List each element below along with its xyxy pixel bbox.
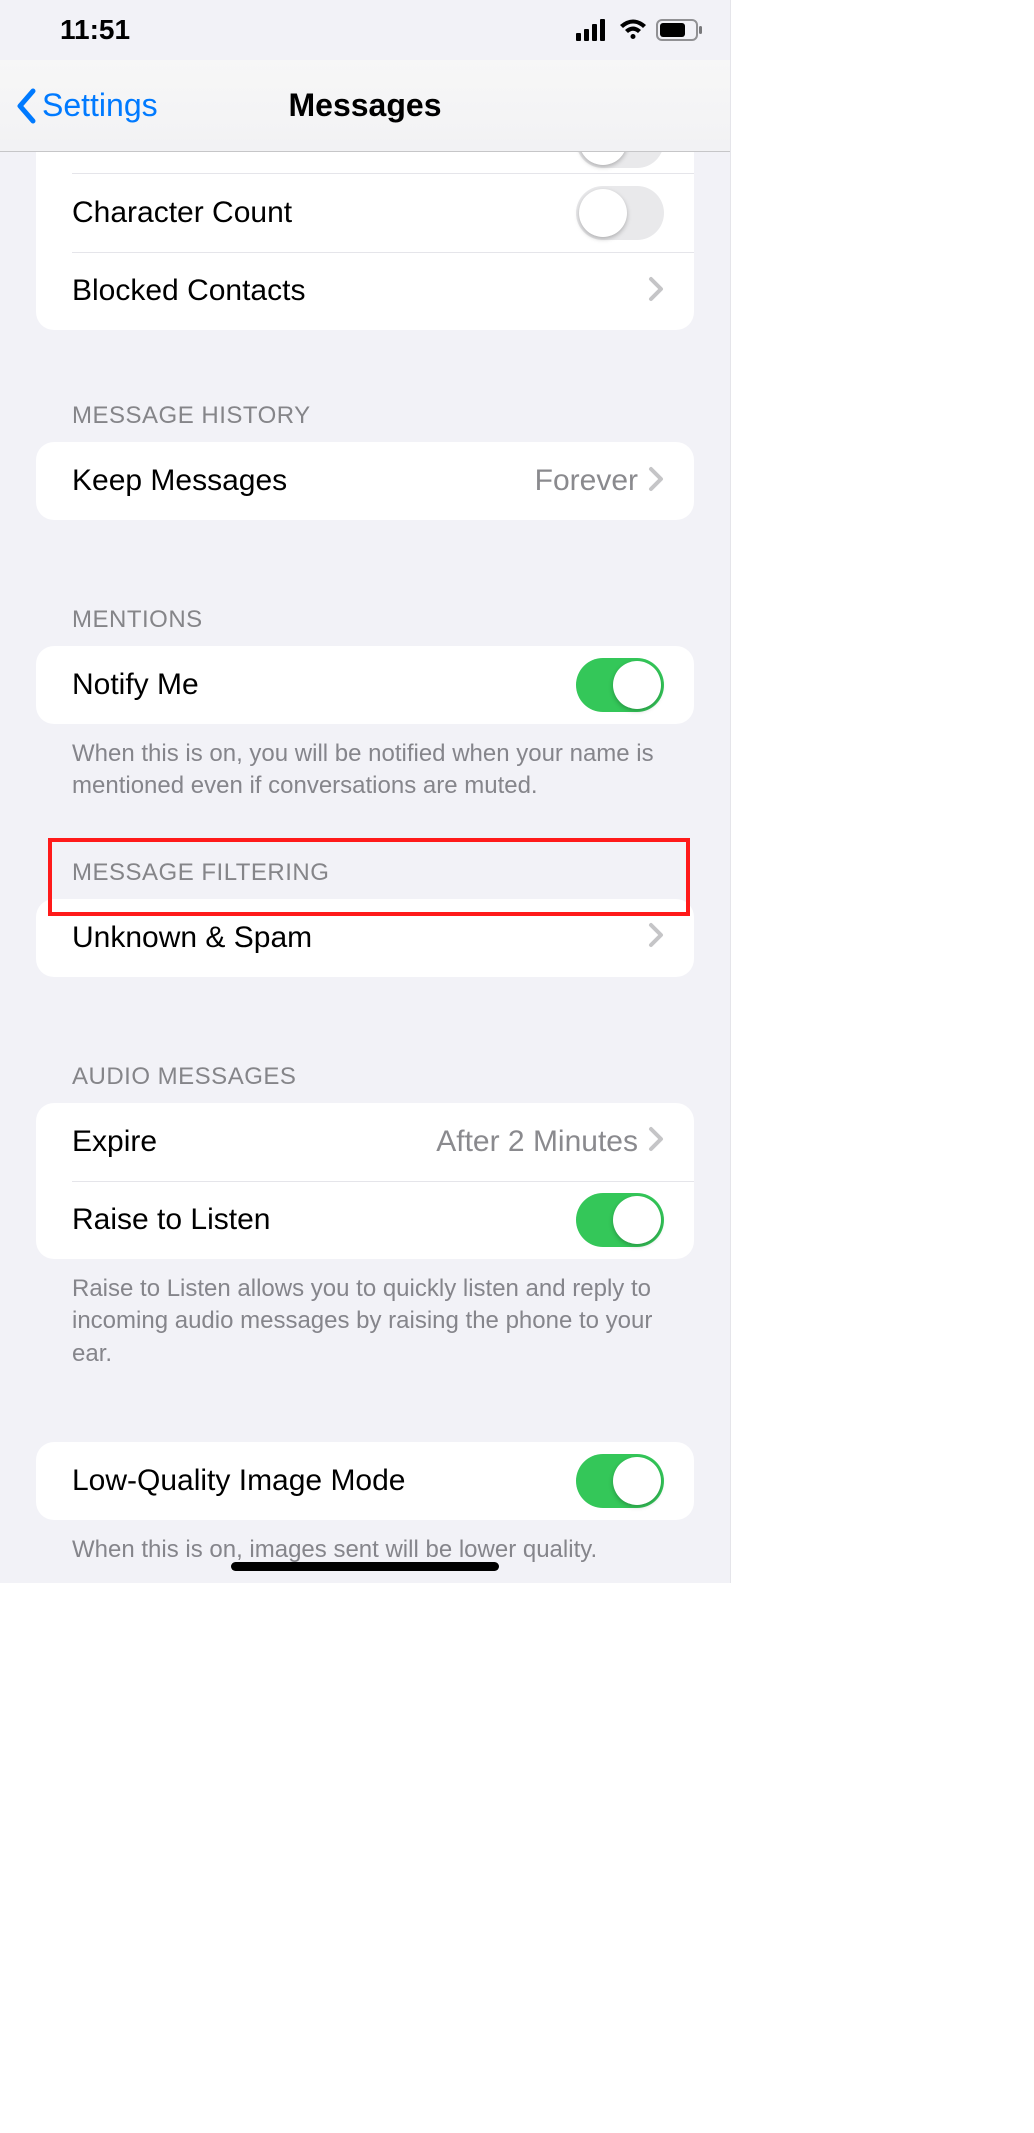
group-message-history: Keep Messages Forever (36, 442, 694, 520)
label-low-quality: Low-Quality Image Mode (72, 1464, 406, 1498)
group-low-quality: Low-Quality Image Mode (36, 1442, 694, 1520)
chevron-right-icon (648, 1126, 664, 1157)
toggle-partial[interactable] (576, 152, 664, 168)
label-notify-me: Notify Me (72, 668, 199, 702)
label-expire: Expire (72, 1125, 157, 1159)
row-keep-messages[interactable]: Keep Messages Forever (36, 442, 694, 520)
value-keep-messages: Forever (535, 464, 638, 498)
row-low-quality[interactable]: Low-Quality Image Mode (36, 1442, 694, 1520)
battery-icon (656, 19, 704, 41)
chevron-right-icon (648, 466, 664, 497)
back-label: Settings (42, 87, 158, 124)
status-bar: 11:51 (0, 0, 730, 60)
value-expire: After 2 Minutes (436, 1125, 638, 1159)
row-expire[interactable]: Expire After 2 Minutes (36, 1103, 694, 1181)
toggle-character-count[interactable] (576, 186, 664, 240)
footer-mentions: When this is on, you will be notified wh… (36, 724, 694, 803)
label-unknown-spam: Unknown & Spam (72, 921, 312, 955)
label-raise-to-listen: Raise to Listen (72, 1203, 270, 1237)
group-sms: Character Count Blocked Contacts (36, 174, 694, 330)
header-message-history: MESSAGE HISTORY (36, 402, 694, 442)
row-unknown-spam[interactable]: Unknown & Spam (36, 899, 694, 977)
home-indicator[interactable] (231, 1562, 499, 1571)
group-audio-messages: Expire After 2 Minutes Raise to Listen (36, 1103, 694, 1259)
header-mentions: MENTIONS (36, 606, 694, 646)
row-raise-to-listen[interactable]: Raise to Listen (36, 1181, 694, 1259)
cellular-signal-icon (576, 19, 610, 41)
toggle-notify-me[interactable] (576, 658, 664, 712)
footer-audio: Raise to Listen allows you to quickly li… (36, 1259, 694, 1370)
back-button[interactable]: Settings (14, 87, 158, 125)
header-message-filtering: MESSAGE FILTERING (36, 859, 694, 899)
header-audio-messages: AUDIO MESSAGES (36, 1063, 694, 1103)
row-character-count[interactable]: Character Count (36, 174, 694, 252)
toggle-raise-to-listen[interactable] (576, 1193, 664, 1247)
chevron-left-icon (14, 87, 38, 125)
toggle-low-quality[interactable] (576, 1454, 664, 1508)
status-time: 11:51 (60, 14, 130, 46)
group-message-filtering: Unknown & Spam (36, 899, 694, 977)
chevron-right-icon (648, 922, 664, 953)
row-blocked-contacts[interactable]: Blocked Contacts (36, 252, 694, 330)
chevron-right-icon (648, 276, 664, 307)
nav-header: Settings Messages (0, 60, 730, 152)
label-keep-messages: Keep Messages (72, 464, 287, 498)
wifi-icon (618, 19, 648, 41)
page-title: Messages (289, 87, 442, 124)
footer-low-quality: When this is on, images sent will be low… (36, 1520, 694, 1566)
row-notify-me[interactable]: Notify Me (36, 646, 694, 724)
label-character-count: Character Count (72, 196, 292, 230)
partial-row (36, 152, 694, 174)
label-blocked-contacts: Blocked Contacts (72, 274, 305, 308)
group-mentions: Notify Me (36, 646, 694, 724)
